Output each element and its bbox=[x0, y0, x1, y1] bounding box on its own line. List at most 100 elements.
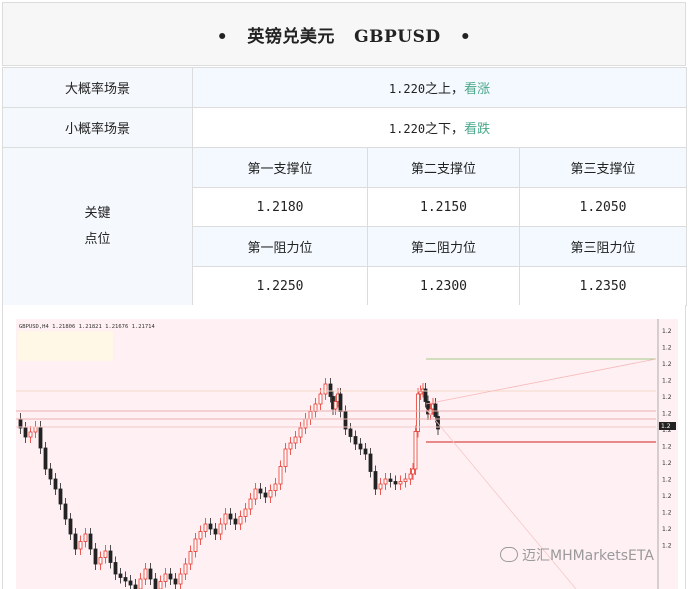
wechat-icon bbox=[500, 547, 518, 562]
candle-body bbox=[398, 481, 403, 485]
major-scenario-value: 1.220之上，看涨 bbox=[191, 67, 688, 108]
axis-tick-label: 1.2 bbox=[662, 510, 672, 517]
support-1-value: 1.2180 bbox=[192, 187, 368, 227]
axis-tick-label: 1.2 bbox=[662, 460, 672, 467]
candle-body bbox=[258, 488, 263, 494]
candle-body bbox=[148, 568, 153, 580]
axis-tick-label: 1.2 bbox=[662, 394, 672, 401]
candle-body bbox=[188, 551, 193, 565]
candle-body bbox=[308, 411, 313, 420]
major-view: 看涨 bbox=[464, 82, 491, 97]
major-direction: 之上， bbox=[425, 82, 465, 97]
candle-body bbox=[223, 513, 228, 525]
candle-body bbox=[378, 483, 383, 490]
axis-tick-label: 1.2 bbox=[662, 444, 672, 451]
resistance-2-header: 第二阻力位 bbox=[367, 226, 520, 267]
candle-body bbox=[248, 498, 253, 510]
candle-body bbox=[238, 516, 243, 525]
candle-body bbox=[353, 436, 358, 445]
support-3-value: 1.2050 bbox=[518, 187, 688, 227]
axis-tick-label: 1.2 bbox=[662, 345, 672, 352]
support-3-header: 第三支撑位 bbox=[518, 147, 688, 188]
resistance-3-header: 第三阻力位 bbox=[518, 226, 688, 267]
axis-tick-label: 1.2 bbox=[662, 543, 672, 550]
resistance-1-value: 1.2250 bbox=[192, 266, 368, 306]
candle-body bbox=[43, 447, 48, 470]
candle-body bbox=[83, 533, 88, 542]
candle-body bbox=[48, 468, 53, 480]
indicator-panel bbox=[18, 331, 113, 361]
candle-body bbox=[358, 443, 363, 450]
candle-body bbox=[98, 557, 103, 565]
minor-scenario-label: 小概率场景 bbox=[2, 107, 193, 148]
candle-body bbox=[278, 466, 283, 485]
resistance-2-value: 1.2300 bbox=[367, 266, 520, 306]
candle-body bbox=[183, 563, 188, 575]
candle-body bbox=[128, 580, 133, 586]
candle-body bbox=[318, 393, 323, 405]
candle-body bbox=[411, 468, 415, 475]
candle-body bbox=[253, 488, 258, 500]
support-2-value: 1.2150 bbox=[367, 187, 520, 227]
candle-body bbox=[93, 548, 98, 565]
candle-body bbox=[118, 573, 123, 578]
candle-body bbox=[58, 488, 63, 505]
minor-scenario-row: 小概率场景 1.220之下，看跌 bbox=[2, 107, 688, 148]
key-levels-label: 关键 点位 bbox=[2, 147, 193, 306]
analysis-card: • 英镑兑美元 GBPUSD • 大概率场景 1.220之上，看涨 小概率场景 … bbox=[0, 0, 688, 589]
candle-body bbox=[203, 523, 208, 532]
candle-body bbox=[368, 453, 373, 472]
candle-body bbox=[38, 426, 43, 449]
candle-body bbox=[28, 431, 33, 438]
candle-body bbox=[103, 550, 108, 558]
watermark-text: 迈汇MHMarketsETA bbox=[522, 548, 654, 564]
candle-body bbox=[23, 427, 28, 438]
candle-body bbox=[218, 523, 223, 535]
candle-body bbox=[178, 573, 183, 585]
candle-body bbox=[213, 528, 218, 535]
chart-header: GBPUSD,H4 1.21806 1.21821 1.21676 1.2171… bbox=[19, 324, 155, 330]
resistance-3-value: 1.2350 bbox=[518, 266, 688, 306]
candle-body bbox=[168, 573, 173, 580]
major-scenario-row: 大概率场景 1.220之上，看涨 bbox=[2, 67, 688, 108]
candle-body bbox=[78, 541, 83, 550]
candle-body bbox=[363, 448, 368, 455]
minor-scenario-value: 1.220之下，看跌 bbox=[191, 107, 688, 148]
candle-body bbox=[123, 577, 128, 582]
candle-body bbox=[293, 436, 298, 444]
candle-body bbox=[143, 568, 148, 580]
candle-body bbox=[68, 518, 73, 535]
candle-body bbox=[193, 538, 198, 552]
candle-body bbox=[328, 383, 333, 397]
candle-body bbox=[133, 584, 138, 589]
axis-tick-label: 1.2 bbox=[662, 328, 672, 335]
candle-body bbox=[113, 562, 118, 575]
candle-body bbox=[298, 427, 303, 438]
axis-tick-label: 1.2 bbox=[662, 493, 672, 500]
candle-body bbox=[333, 401, 338, 410]
candle-body bbox=[343, 411, 348, 430]
current-price-label: 1.2 bbox=[661, 423, 671, 430]
candle-body bbox=[373, 471, 378, 490]
candle-body bbox=[233, 518, 238, 525]
candle-body bbox=[388, 478, 393, 482]
candle-body bbox=[393, 481, 398, 485]
candle-body bbox=[158, 581, 163, 589]
candle-body bbox=[383, 478, 388, 485]
support-1-header: 第一支撑位 bbox=[192, 147, 368, 188]
key-label-line2: 点位 bbox=[84, 231, 111, 247]
candle-body bbox=[413, 431, 418, 470]
candle-body bbox=[88, 533, 93, 550]
axis-tick-label: 1.2 bbox=[662, 477, 672, 484]
candle-body bbox=[403, 478, 408, 482]
candle-body bbox=[323, 383, 328, 395]
candle-body bbox=[268, 490, 273, 498]
candle-body bbox=[173, 578, 178, 585]
candle-body bbox=[408, 473, 413, 480]
candle-body bbox=[273, 483, 278, 491]
axis-tick-label: 1.2 bbox=[662, 526, 672, 533]
axis-tick-label: 1.2 bbox=[662, 361, 672, 368]
candle-body bbox=[163, 573, 168, 582]
minor-view: 看跌 bbox=[464, 122, 491, 137]
candle-body bbox=[198, 531, 203, 540]
